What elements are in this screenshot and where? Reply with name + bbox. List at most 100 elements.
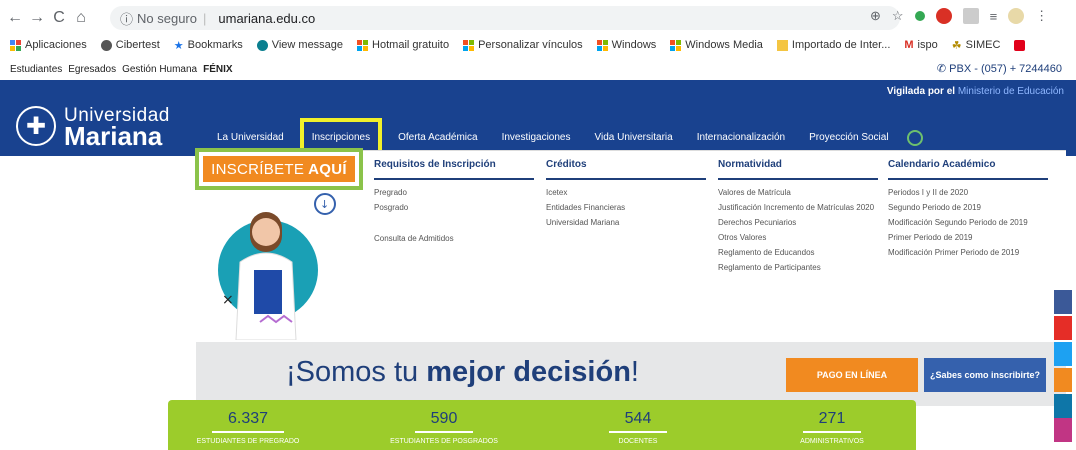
bookmark-item[interactable]: Personalizar vínculos <box>463 39 583 51</box>
twitter-icon[interactable] <box>1054 342 1072 366</box>
dropdown-link[interactable]: Icetex <box>546 188 706 197</box>
dropdown-column: Calendario Académico Periodos I y II de … <box>888 159 1048 263</box>
site-topbar: Estudiantes Egresados Gestión Humana FÉN… <box>0 58 1076 80</box>
stat-value: 6.337 <box>211 410 285 433</box>
banner-slogan: ¡Somos tu mejor decisión! <box>286 356 639 388</box>
dropdown-link[interactable]: Periodos I y II de 2020 <box>888 188 1048 197</box>
browser-toolbar: ← → C ⌂ ⓘ No seguro | umariana.edu.co ⊕ … <box>0 0 1076 36</box>
stat-item: 6.337 ESTUDIANTES DE PREGRADO <box>168 410 328 445</box>
rss-icon[interactable] <box>1054 368 1072 392</box>
menu-kebab-icon[interactable]: ⋮ <box>1035 8 1048 24</box>
topbar-link[interactable]: Egresados <box>68 64 116 75</box>
stat-value: 271 <box>802 410 862 433</box>
extension-red-icon[interactable] <box>935 8 952 24</box>
phone-number: ✆ PBX - (057) + 7244460 <box>936 63 1062 75</box>
bookmark-item[interactable]: Mispo <box>904 39 937 51</box>
stat-label: ESTUDIANTES DE POSGRADOS <box>390 438 498 445</box>
simec-icon: ☘ <box>951 39 962 52</box>
view-message-icon <box>256 39 268 51</box>
stat-item: 590 ESTUDIANTES DE POSGRADOS <box>364 410 524 445</box>
bookmark-item[interactable]: Windows Media <box>670 39 763 51</box>
pago-en-linea-button[interactable]: PAGO EN LÍNEA <box>786 358 918 392</box>
profile-avatar[interactable] <box>1008 8 1025 24</box>
menu-item-la-universidad[interactable]: La Universidad <box>205 132 296 143</box>
address-bar[interactable]: ⓘ No seguro | umariana.edu.co <box>110 6 900 30</box>
bookmark-item[interactable]: Windows <box>596 39 656 51</box>
menu-item-investigaciones[interactable]: Investigaciones <box>490 132 583 143</box>
dropdown-link[interactable]: Modificación Segundo Periodo de 2019 <box>888 218 1048 227</box>
linkedin-icon[interactable] <box>1054 394 1072 418</box>
site-header: ✚ Universidad Mariana Vigilada por el Mi… <box>0 80 1076 157</box>
sabes-como-inscribirte-button[interactable]: ¿Sabes como inscribirte? <box>924 358 1046 392</box>
menu-item-vida-universitaria[interactable]: Vida Universitaria <box>583 132 685 143</box>
bookmarks-bar: Aplicaciones Cibertest ★ Bookmarks View m… <box>0 36 1076 54</box>
student-illustration: ↓ × <box>218 193 336 340</box>
reload-icon[interactable]: C <box>48 9 70 27</box>
university-logo[interactable]: ✚ Universidad Mariana <box>16 106 170 151</box>
banner: ¡Somos tu mejor decisión! PAGO EN LÍNEA … <box>196 342 1066 406</box>
menu-item-oferta-academica[interactable]: Oferta Académica <box>386 132 489 143</box>
browser-extensions: ⊕ ☆ ≡ ⋮ <box>870 8 1048 24</box>
dropdown-link[interactable]: Otros Valores <box>718 233 878 242</box>
reader-icon[interactable]: ≡ <box>990 9 998 24</box>
bookmark-item[interactable]: Hotmail gratuito <box>357 39 449 51</box>
menu-item-internacionalizacion[interactable]: Internacionalización <box>685 132 797 143</box>
ministerio-link[interactable]: Ministerio de Educación <box>958 86 1064 97</box>
pdf-extension-icon[interactable] <box>962 8 979 24</box>
dropdown-link[interactable]: Segundo Periodo de 2019 <box>888 203 1048 212</box>
dropdown-link[interactable]: Consulta de Admitidos <box>374 234 534 243</box>
cross-logo-icon: ✚ <box>16 106 56 146</box>
inscribete-button[interactable]: INSCRÍBETE AQUÍ <box>203 156 355 182</box>
student-face <box>252 218 280 246</box>
dropdown-column: Requisitos de Inscripción Pregrado Posgr… <box>374 159 534 249</box>
youtube-social-icon[interactable] <box>1054 316 1072 340</box>
dropdown-link[interactable]: Justificación Incremento de Matrículas 2… <box>718 203 878 212</box>
stats-bar: 6.337 ESTUDIANTES DE PREGRADO 590 ESTUDI… <box>168 400 916 450</box>
info-icon[interactable]: ⓘ <box>120 9 133 28</box>
topbar-link[interactable]: Gestión Humana <box>122 64 197 75</box>
zoom-icon[interactable]: ⊕ <box>870 8 881 24</box>
vigilada-notice: Vigilada por el Ministerio de Educación <box>886 86 1064 97</box>
column-title: Requisitos de Inscripción <box>374 159 534 180</box>
dropdown-link[interactable]: Reglamento de Educandos <box>718 248 878 257</box>
dropdown-link[interactable]: Valores de Matrícula <box>718 188 878 197</box>
dropdown-link[interactable]: Modificación Primer Periodo de 2019 <box>888 248 1048 257</box>
folder-icon <box>776 39 788 51</box>
phone-icon: ✆ <box>936 63 950 75</box>
dropdown-link[interactable]: Entidades Financieras <box>546 203 706 212</box>
home-icon[interactable]: ⌂ <box>70 9 92 27</box>
dropdown-link[interactable]: Posgrado <box>374 203 534 212</box>
logo-line2: Mariana <box>64 121 163 151</box>
bookmark-item[interactable]: Aplicaciones <box>10 39 87 51</box>
bookmark-item[interactable]: View message <box>256 39 343 51</box>
instagram-icon[interactable] <box>1054 418 1072 442</box>
star-icon[interactable]: ☆ <box>892 8 904 24</box>
dropdown-link[interactable]: Universidad Mariana <box>546 218 706 227</box>
stat-label: ADMINISTRATIVOS <box>800 438 864 445</box>
separator: | <box>203 10 207 26</box>
forward-icon[interactable]: → <box>26 9 48 27</box>
facebook-icon[interactable] <box>1054 290 1072 314</box>
menu-item-proyeccion-social[interactable]: Proyección Social <box>797 132 900 143</box>
stat-item: 271 ADMINISTRATIVOS <box>752 410 912 445</box>
dropdown-link[interactable]: Reglamento de Participantes <box>718 263 878 272</box>
bookmark-item[interactable]: Importado de Inter... <box>776 39 890 51</box>
bookmark-item[interactable]: ☘ SIMEC <box>952 39 1001 52</box>
dropdown-link[interactable]: Derechos Pecuniarios <box>718 218 878 227</box>
url-text: umariana.edu.co <box>218 10 316 26</box>
extension-green-icon[interactable] <box>914 11 925 21</box>
bookmark-item[interactable] <box>1014 39 1026 51</box>
topbar-fenix-link[interactable]: FÉNIX <box>203 64 232 75</box>
back-icon[interactable]: ← <box>4 9 26 27</box>
dropdown-link[interactable]: Pregrado <box>374 188 534 197</box>
stat-label: DOCENTES <box>618 438 658 445</box>
topbar-link[interactable]: Estudiantes <box>10 64 62 75</box>
windows-icon <box>357 39 369 51</box>
bookmark-item[interactable]: Cibertest <box>100 39 160 51</box>
dropdown-spacer <box>374 218 534 228</box>
star-bookmark-icon: ★ <box>173 39 184 52</box>
dropdown-link[interactable]: Primer Periodo de 2019 <box>888 233 1048 242</box>
search-icon[interactable] <box>906 129 923 146</box>
bookmark-item[interactable]: ★ Bookmarks <box>174 39 243 52</box>
stat-label: ESTUDIANTES DE PREGRADO <box>196 438 300 445</box>
